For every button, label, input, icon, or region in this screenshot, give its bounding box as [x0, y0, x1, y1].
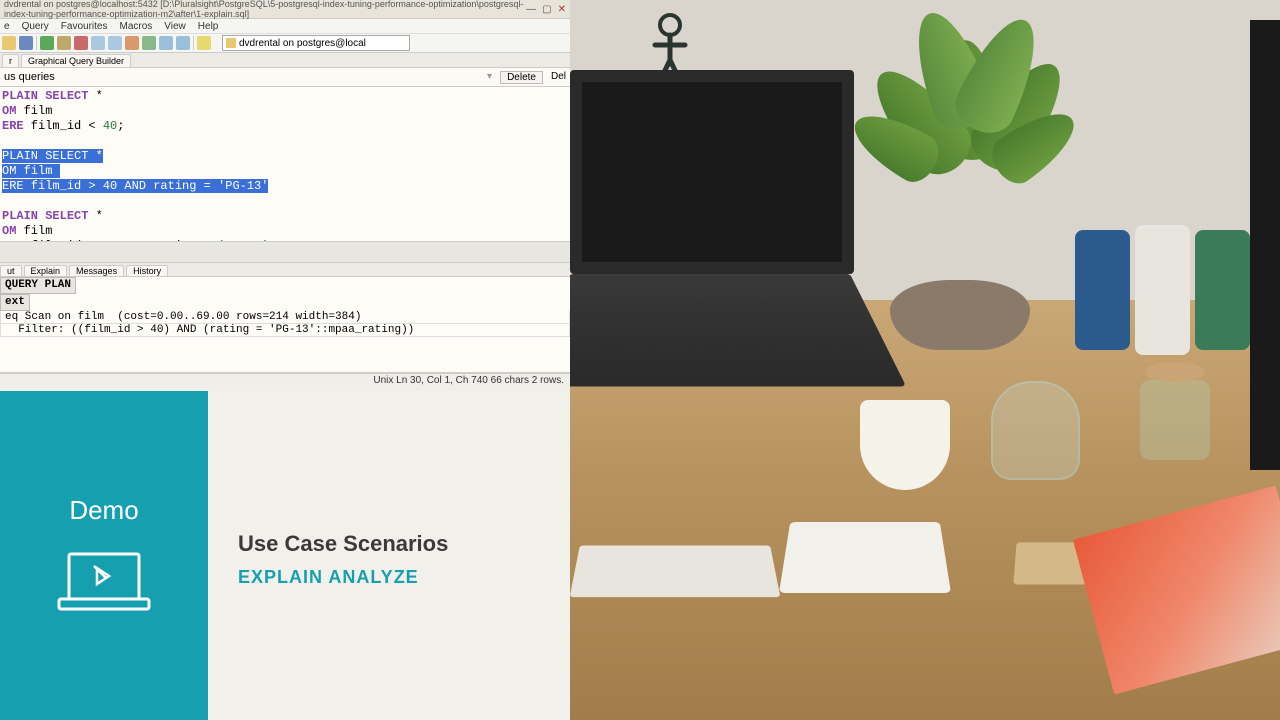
menu-view[interactable]: View — [164, 21, 186, 32]
delete-button[interactable]: Delete — [500, 71, 543, 84]
menu-query[interactable]: Query — [22, 21, 49, 32]
slide-content: Use Case Scenarios EXPLAIN ANALYZE — [208, 391, 570, 720]
copy-icon[interactable] — [91, 36, 105, 50]
db-selector-text: dvdrental on postgres@local — [239, 38, 366, 49]
help-icon[interactable] — [197, 36, 211, 50]
paste-icon[interactable] — [108, 36, 122, 50]
menu-file[interactable]: e — [4, 21, 10, 32]
slide-heading: Use Case Scenarios — [238, 531, 570, 557]
previous-queries-bar: us queries ▾ Delete Del — [0, 68, 570, 87]
sql-editor[interactable]: PLAIN SELECT * OM film ERE film_id < 40;… — [0, 87, 570, 242]
green-jar — [1195, 230, 1250, 350]
output-tabs: ut Explain Messages History — [0, 263, 570, 277]
close-button[interactable]: ✕ — [558, 4, 566, 15]
redo-icon[interactable] — [176, 36, 190, 50]
presentation-slide: Demo Use Case Scenarios EXPLAIN ANALYZE — [0, 391, 570, 720]
tab-history[interactable]: History — [126, 265, 168, 276]
external-keyboard — [570, 546, 780, 598]
white-jar — [1135, 225, 1190, 355]
window-title: dvdrental on postgres@localhost:5432 [D:… — [4, 0, 526, 19]
potted-plant — [860, 0, 1080, 350]
glass-teapot — [991, 381, 1080, 480]
tab-sql-editor[interactable]: r — [2, 54, 19, 67]
stop-icon[interactable] — [74, 36, 88, 50]
undo-icon[interactable] — [159, 36, 173, 50]
tab-messages[interactable]: Messages — [69, 265, 124, 276]
save-icon[interactable] — [19, 36, 33, 50]
trackpad — [779, 522, 951, 593]
menu-help[interactable]: Help — [198, 21, 219, 32]
tab-data-output[interactable]: ut — [0, 265, 22, 276]
minimize-button[interactable]: — — [526, 4, 536, 15]
toolbar: dvdrental on postgres@local — [0, 34, 570, 53]
db-icon — [226, 38, 236, 48]
previous-queries-label: us queries — [4, 71, 55, 83]
editor-tabs: r Graphical Query Builder — [0, 53, 570, 68]
pane-splitter[interactable] — [0, 242, 570, 263]
query-plan-row: Filter: ((film_id > 40) AND (rating = 'P… — [0, 324, 570, 337]
status-bar: Unix Ln 30, Col 1, Ch 740 66 chars 2 row… — [0, 373, 570, 391]
delete-all-button[interactable]: Del — [551, 71, 566, 84]
menu-macros[interactable]: Macros — [119, 21, 152, 32]
blue-jar — [1075, 230, 1130, 350]
open-icon[interactable] — [2, 36, 16, 50]
find-icon[interactable] — [142, 36, 156, 50]
maximize-button[interactable]: ▢ — [542, 4, 551, 15]
status-text: Unix Ln 30, Col 1, Ch 740 66 chars 2 row… — [373, 375, 564, 386]
query-plan-type: ext — [0, 294, 30, 311]
laptop — [570, 70, 850, 410]
menu-favourites[interactable]: Favourites — [61, 21, 108, 32]
window-titlebar: dvdrental on postgres@localhost:5432 [D:… — [0, 0, 570, 19]
laptop-icon — [54, 546, 154, 616]
menu-bar: e Query Favourites Macros View Help — [0, 19, 570, 34]
desk-photo — [570, 0, 1280, 720]
explain-icon[interactable] — [57, 36, 71, 50]
clear-icon[interactable] — [125, 36, 139, 50]
slide-sidebar: Demo — [0, 391, 208, 720]
slide-subheading: EXPLAIN ANALYZE — [238, 567, 570, 588]
query-plan-row: eq Scan on film (cost=0.00..69.00 rows=2… — [0, 311, 570, 324]
pgadmin-window: dvdrental on postgres@localhost:5432 [D:… — [0, 0, 570, 720]
tab-explain[interactable]: Explain — [24, 265, 68, 276]
output-pane: QUERY PLAN ext eq Scan on film (cost=0.0… — [0, 277, 570, 373]
demo-label: Demo — [69, 495, 138, 526]
selected-query: PLAIN SELECT * — [2, 149, 103, 163]
cork-jar — [1140, 380, 1210, 460]
database-selector[interactable]: dvdrental on postgres@local — [222, 35, 410, 51]
tab-graphical-query-builder[interactable]: Graphical Query Builder — [21, 54, 131, 67]
query-plan-header: QUERY PLAN — [0, 277, 76, 294]
white-mug — [860, 400, 950, 490]
monitor-edge — [1250, 20, 1280, 470]
run-icon[interactable] — [40, 36, 54, 50]
